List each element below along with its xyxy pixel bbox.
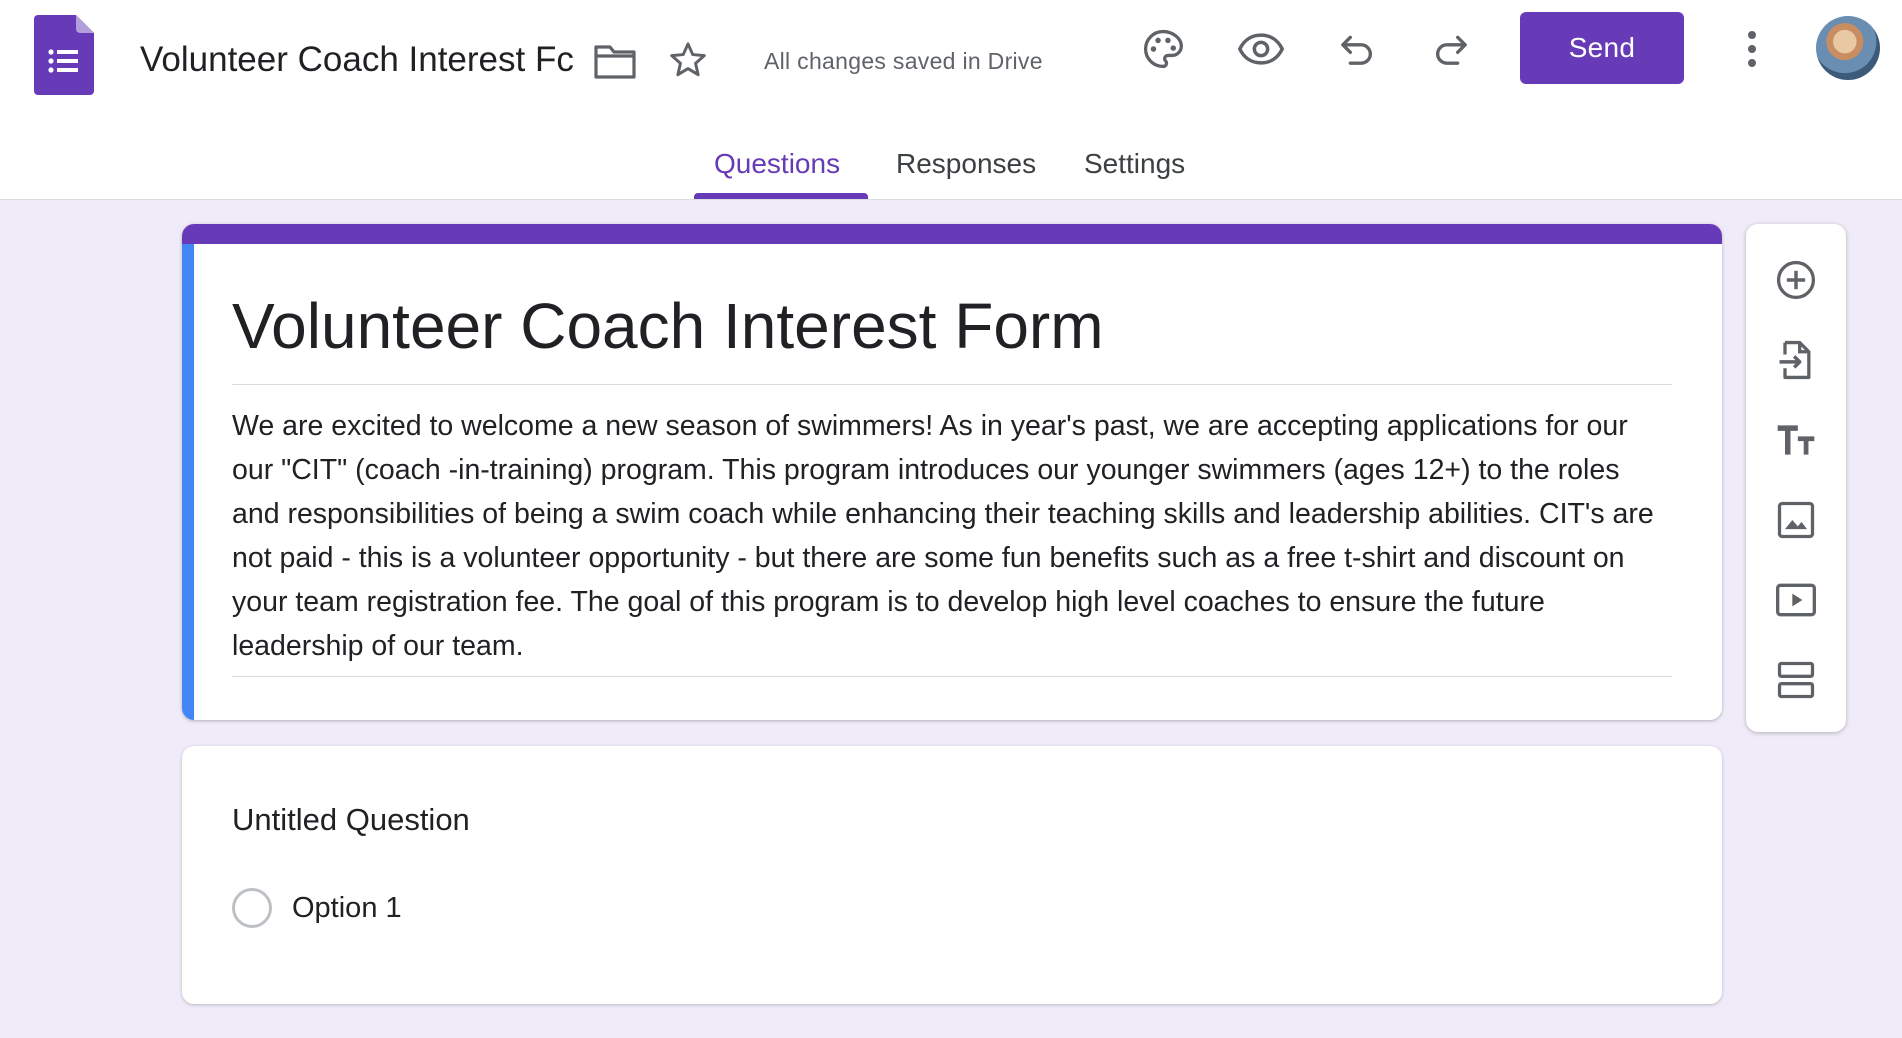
add-video-icon[interactable]: [1772, 576, 1820, 624]
forms-logo-icon[interactable]: [34, 15, 94, 95]
question-card[interactable]: Untitled Question Option 1: [182, 746, 1722, 1004]
active-tab-indicator: [694, 193, 868, 199]
add-image-icon[interactable]: [1772, 496, 1820, 544]
add-section-icon[interactable]: [1772, 656, 1820, 704]
avatar[interactable]: [1816, 16, 1880, 80]
star-icon[interactable]: [664, 36, 712, 84]
undo-icon[interactable]: [1332, 24, 1382, 74]
eye-icon[interactable]: [1234, 24, 1288, 74]
active-card-indicator: [182, 244, 194, 720]
import-questions-icon[interactable]: [1772, 336, 1820, 384]
more-vert-icon[interactable]: [1732, 24, 1772, 74]
folder-icon[interactable]: [592, 38, 638, 84]
tab-responses[interactable]: Responses: [896, 146, 1036, 182]
save-status: All changes saved in Drive: [764, 48, 1043, 74]
redo-icon[interactable]: [1426, 24, 1476, 74]
question-title[interactable]: Untitled Question: [232, 800, 470, 840]
send-button[interactable]: Send: [1520, 12, 1684, 84]
form-description-input[interactable]: We are excited to welcome a new season o…: [232, 404, 1672, 677]
add-question-icon[interactable]: [1772, 256, 1820, 304]
radio-button-icon: [232, 888, 272, 928]
option-label[interactable]: Option 1: [292, 890, 402, 926]
document-title[interactable]: Volunteer Coach Interest Fc: [140, 36, 582, 84]
title-card-accent-bar: [182, 224, 1722, 244]
form-title-input[interactable]: Volunteer Coach Interest Form: [232, 286, 1672, 385]
floating-toolbar: [1746, 224, 1846, 732]
form-title-card[interactable]: Volunteer Coach Interest Form We are exc…: [182, 224, 1722, 720]
tab-questions[interactable]: Questions: [714, 146, 840, 182]
app-header: Volunteer Coach Interest Fc All changes …: [0, 0, 1902, 200]
add-title-icon[interactable]: [1772, 416, 1820, 464]
palette-icon[interactable]: [1138, 24, 1188, 74]
tab-settings[interactable]: Settings: [1084, 146, 1185, 182]
